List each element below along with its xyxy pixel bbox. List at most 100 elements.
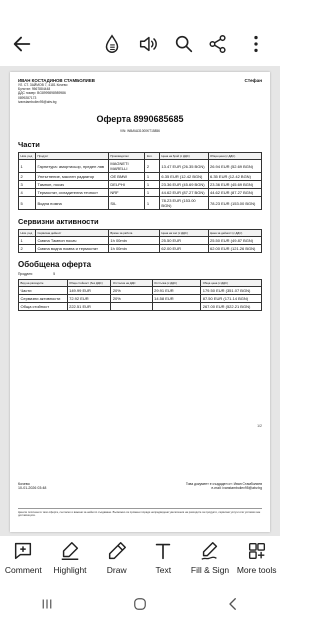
table-cell: Водна помпа <box>35 196 109 210</box>
more-vertical-icon[interactable] <box>244 32 268 56</box>
table-cell: Обща стойност <box>18 302 68 311</box>
document-header: ИВАН КОСТАДИНОВ СТАМБОЛИЕВ УЛ. СТ. ЗАЙМО… <box>18 78 262 112</box>
table-cell: 23.36 EUR (45.69 BGN) <box>158 180 209 189</box>
fill-sign-button[interactable]: Fill & Sign <box>187 540 234 575</box>
table-cell: Тампон, носач <box>35 180 109 189</box>
table-header-cell: Кол. <box>144 152 160 160</box>
table-row: 1 Гарнитура: амортисьор, преден ляв MAGN… <box>18 159 262 173</box>
table-cell: 6.35 EUR (12.42 BGN) <box>158 172 209 181</box>
top-toolbar <box>0 22 280 66</box>
table-cell: 1 <box>18 159 36 173</box>
table-cell: 5 <box>18 196 36 210</box>
share-icon[interactable] <box>206 32 230 56</box>
table-cell: 20% <box>110 286 153 295</box>
table-header-cell: Вид на разходите <box>18 279 68 287</box>
footer-right: Това документ е създаден от: Иван Стамбо… <box>186 482 262 491</box>
footer-prepared-email: e-mail: ivanstamboliev95@abv.bg <box>211 486 262 491</box>
table-header-cell: Обща стойност (без ДДС) <box>66 279 112 287</box>
table-cell: 2 <box>18 172 36 181</box>
table-cell: Смяна водна помпа и термостат <box>35 244 109 253</box>
table-header-cell: Време за работа <box>107 229 160 237</box>
table-cell <box>110 302 153 311</box>
table-cell: 1h 00min <box>107 244 160 253</box>
footer-disclaimer: Цените посочени в тази оферта, съгласно … <box>18 508 262 518</box>
table-header-cell: Отстъпка (с ДДС) <box>151 279 202 287</box>
table-cell: 13.47 EUR (26.35 BGN) <box>158 159 209 173</box>
arrow-left-icon[interactable] <box>10 32 34 56</box>
system-nav-bar <box>0 590 280 622</box>
table-cell: 4 <box>18 188 36 197</box>
table-cell: 1 <box>144 188 160 197</box>
table-cell: 1h 00min <box>107 236 160 245</box>
table-cell: MAGNETI MARELLI <box>107 159 146 173</box>
footer-left: Кочево 10-01-2026 03:48 <box>18 482 46 491</box>
read-aloud-icon[interactable] <box>136 32 160 56</box>
parts-table: Ном. ред Продукт Производител Кол. Цена … <box>18 152 262 210</box>
recent-apps-icon[interactable] <box>38 595 56 618</box>
comment-button[interactable]: Comment <box>0 540 47 575</box>
products-label: Продукти <box>18 272 33 276</box>
table-header-cell: Цена на час (с ДДС) <box>158 229 209 237</box>
summary-table: Вид на разходите Обща стойност (без ДДС)… <box>18 279 262 311</box>
table-cell: 267.00 EUR (522.21 BGN) <box>200 302 262 311</box>
status-bar <box>0 0 280 22</box>
more-tools-icon <box>248 542 265 560</box>
table-cell: Уплътнение, маслен радиатор <box>35 172 109 181</box>
table-cell: 1 <box>144 172 160 181</box>
table-cell: Части <box>18 286 68 295</box>
text-button[interactable]: Text <box>140 540 187 575</box>
services-section-title: Сервизни активности <box>18 217 99 226</box>
table-cell: 2 <box>144 159 160 173</box>
table-header-cell: Обща цена (с ДДС) <box>200 279 262 287</box>
table-cell: 62.00 EUR (121.26 BGN) <box>207 244 262 253</box>
table-header-cell: Производител <box>107 152 146 160</box>
table-cell: SIL <box>107 196 146 210</box>
table-cell: 179.50 EUR (351.07 BGN) <box>200 286 262 295</box>
back-icon[interactable] <box>224 595 242 618</box>
table-row: 1 Смяна Тампон носач 1h 00min 25.50 EUR … <box>18 236 262 245</box>
table-header-cell: Сервизна дейност <box>35 229 109 237</box>
comment-add-icon <box>15 542 32 560</box>
document-viewer[interactable]: ИВАН КОСТАДИНОВ СТАМБОЛИЕВ УЛ. СТ. ЗАЙМО… <box>0 66 280 536</box>
offer-title: Оферта 8990685685 <box>96 114 184 124</box>
table-cell: 26.94 EUR (52.69 BGN) <box>207 159 262 173</box>
table-header-row: Ном. ред Продукт Производител Кол. Цена … <box>18 152 262 160</box>
more-tools-button[interactable]: More tools <box>233 540 280 575</box>
search-icon[interactable] <box>172 32 196 56</box>
text-icon <box>156 543 171 560</box>
highlight-label: Highlight <box>53 565 87 575</box>
table-cell: Гарнитура: амортисьор, преден ляв <box>35 159 109 173</box>
table-cell: 3 <box>18 180 36 189</box>
home-icon[interactable] <box>131 595 149 618</box>
table-cell: Смяна Тампон носач <box>35 236 109 245</box>
table-cell: 1 <box>18 236 36 245</box>
table-cell: OE BMW <box>107 172 146 181</box>
table-cell: 44.62 EUR (87.27 BGN) <box>158 188 209 197</box>
table-cell <box>151 302 202 311</box>
table-cell: 72.92 EUR <box>66 294 112 303</box>
company-email: ivanstamboliev95@abv.bg <box>18 99 57 104</box>
table-row: Части 149.99 EUR 20% 29.91 EUR 179.50 EU… <box>18 286 262 295</box>
table-cell: 25.50 EUR (49.87 BGN) <box>207 236 262 245</box>
draw-button[interactable]: Draw <box>93 540 140 575</box>
accessibility-icon[interactable] <box>100 32 124 56</box>
client-name: Стефан <box>244 78 262 83</box>
table-cell: 6.35 EUR (12.42 BGN) <box>207 172 262 181</box>
table-cell: 87.50 EUR (171.14 BGN) <box>200 294 262 303</box>
table-cell: 62.00 EUR <box>158 244 209 253</box>
more-tools-label: More tools <box>236 565 277 575</box>
table-row: 2 Смяна водна помпа и термостат 1h 00min… <box>18 244 262 253</box>
table-cell: 20% <box>110 294 153 303</box>
fill-sign-icon <box>201 542 218 560</box>
vin-number: VIN: WBAVA31000KT15856 <box>120 129 160 133</box>
fill-sign-label: Fill & Sign <box>190 565 230 575</box>
table-row: 4 Термостат, охладителна течност NRF 1 4… <box>18 188 262 197</box>
table-header-cell: Отстъпка на ДДС <box>110 279 153 287</box>
highlight-button[interactable]: Highlight <box>47 540 94 575</box>
page-number: 1/2 <box>257 424 262 428</box>
table-row: Сервизни активности 72.92 EUR 20% 14.58 … <box>18 294 262 303</box>
table-row: Обща стойност 222.51 EUR 267.00 EUR (522… <box>18 302 262 311</box>
table-cell: 222.51 EUR <box>66 302 112 311</box>
table-cell: Сервизни активности <box>18 294 68 303</box>
table-cell: 29.91 EUR <box>151 286 202 295</box>
